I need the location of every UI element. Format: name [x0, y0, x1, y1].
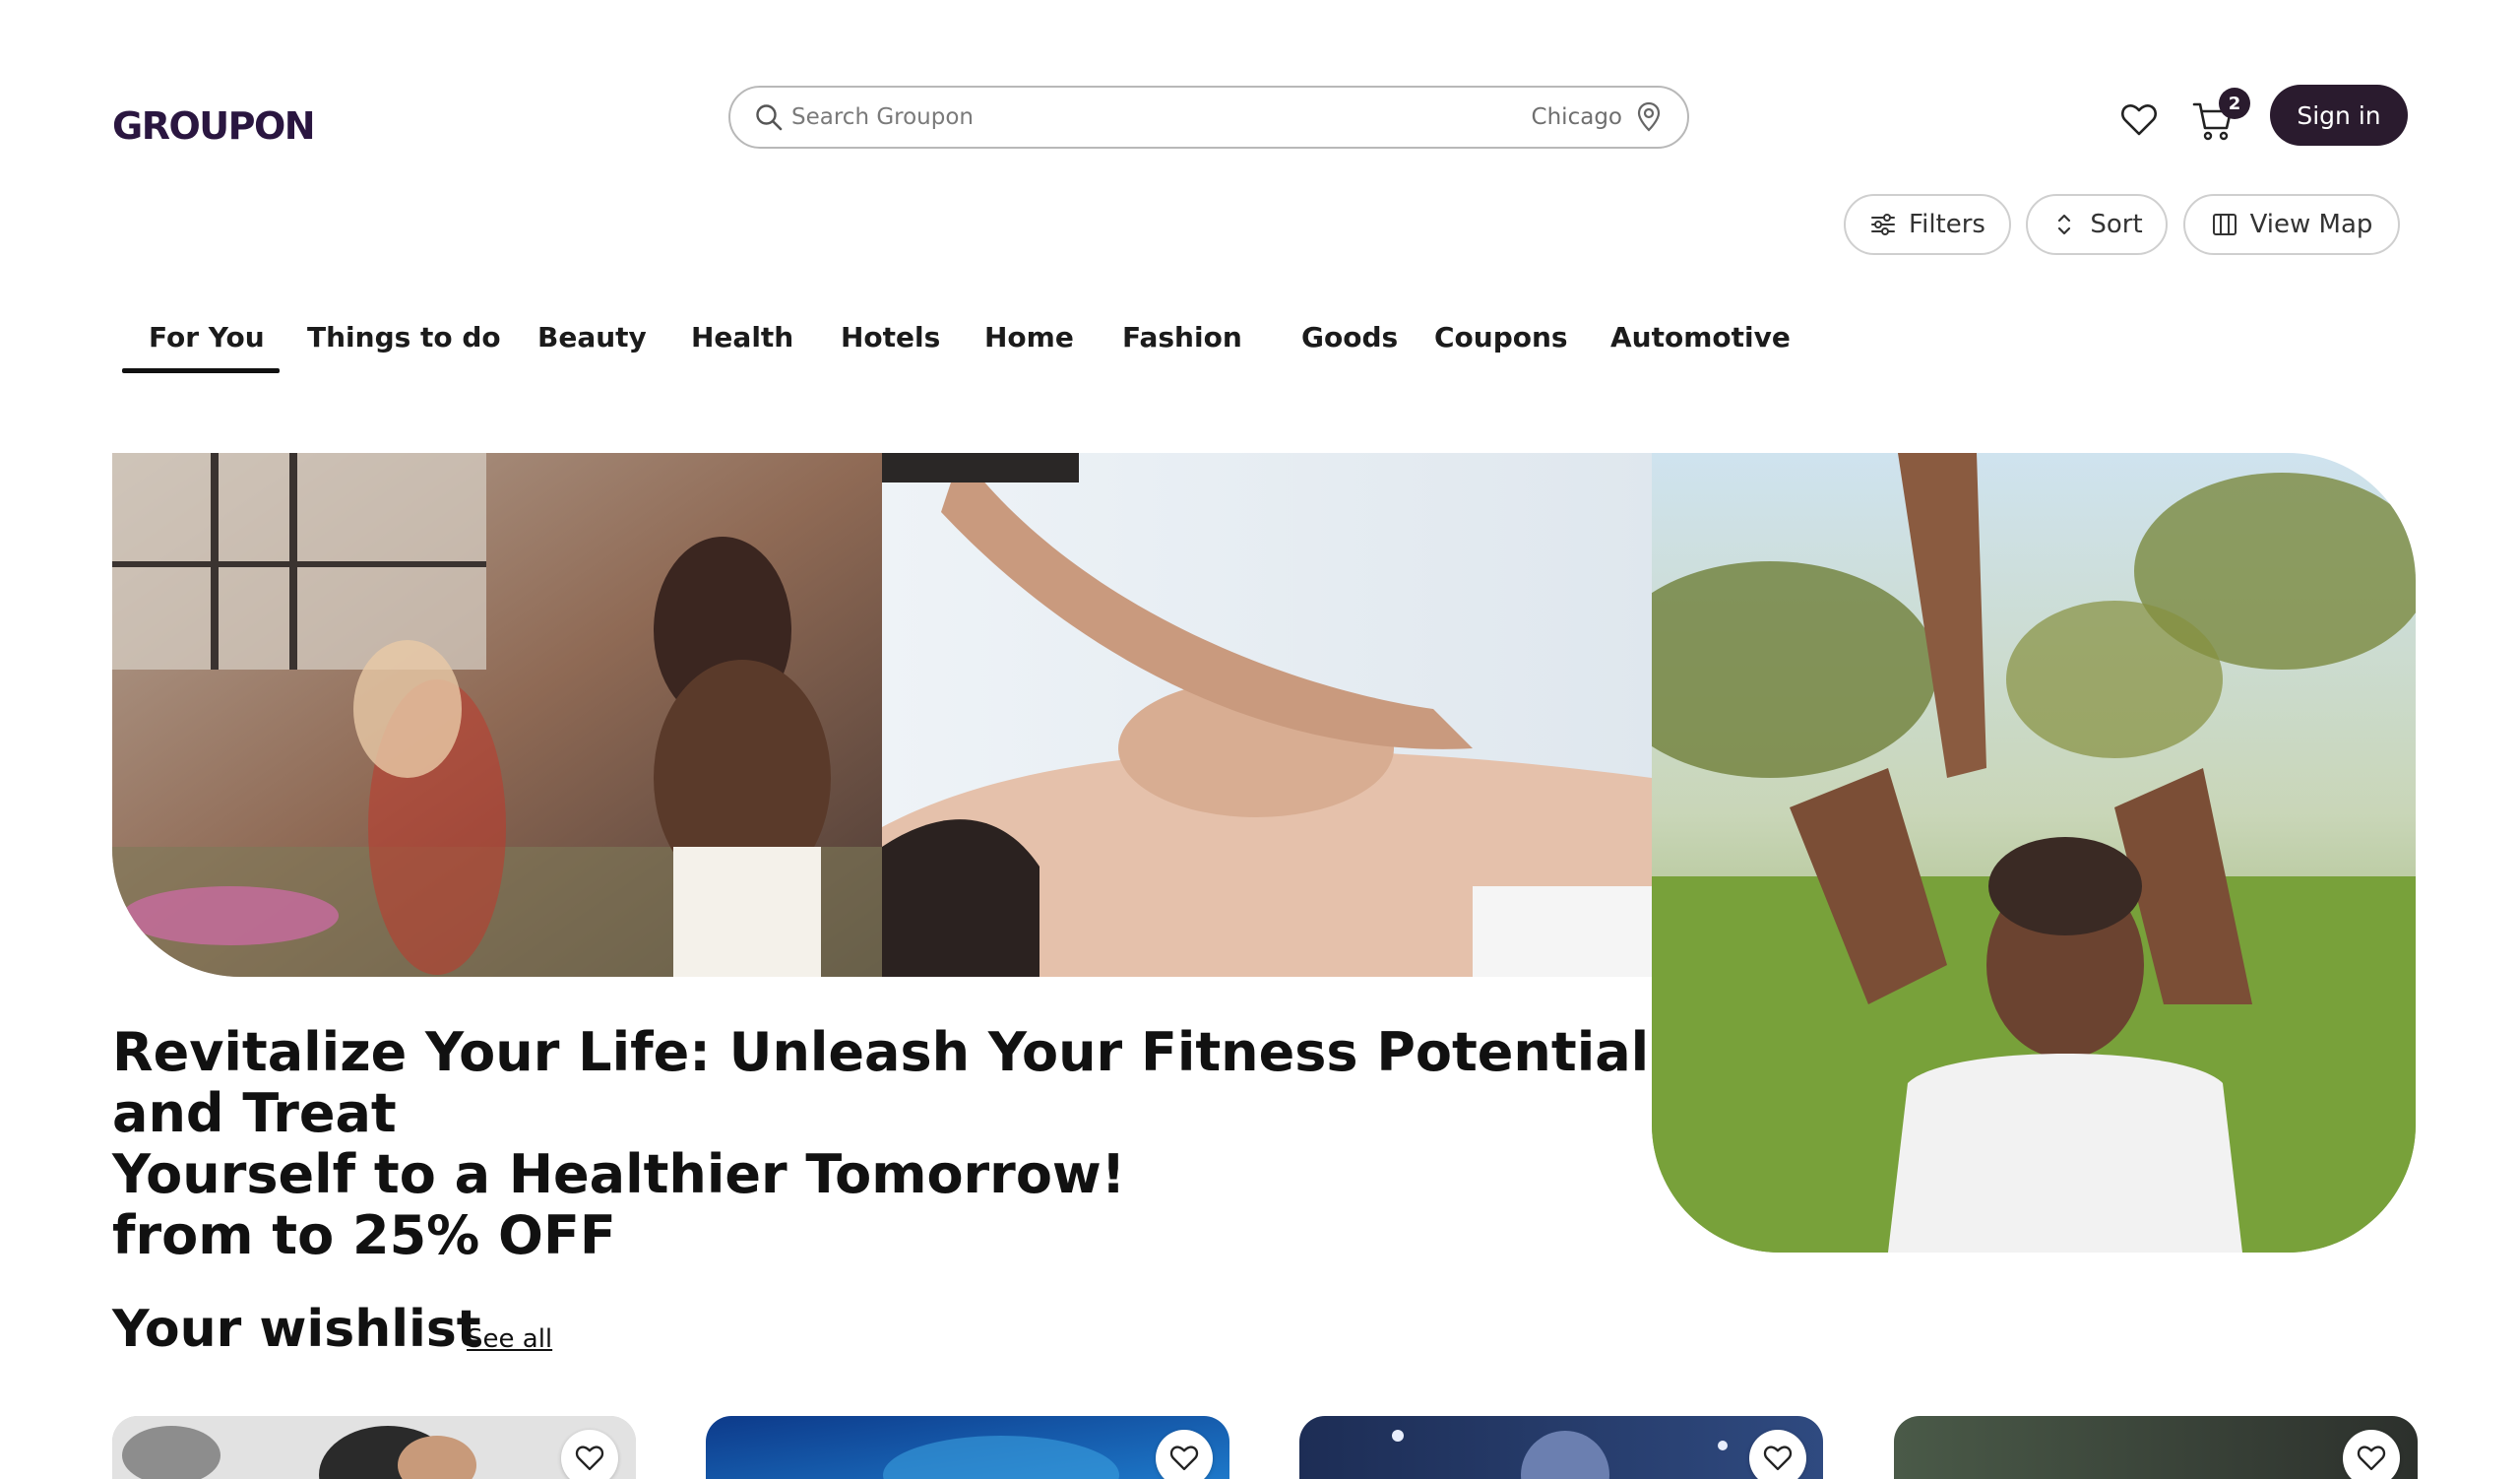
wishlist-heading: Your wishlist	[112, 1300, 481, 1359]
hero-headline-line-2: Yourself to a Healthier Tomorrow!	[112, 1143, 1126, 1205]
sliders-icon	[1869, 211, 1897, 238]
hero-banner[interactable]: Revitalize Your Life: Unleash Your Fitne…	[112, 453, 2416, 1266]
wishlist-card-3-image	[1299, 1416, 1823, 1479]
category-tabs: For You Things to do Beauty Health Hotel…	[0, 315, 2520, 374]
groupon-logo[interactable]: GROUPON	[112, 104, 316, 148]
filters-label: Filters	[1909, 210, 1985, 239]
location-label[interactable]: Chicago	[1532, 104, 1622, 130]
wishlist-card-2-image	[706, 1416, 1229, 1479]
wishlist-card-1-heart-icon[interactable]	[561, 1430, 618, 1479]
search-bar[interactable]: Chicago	[728, 86, 1689, 149]
sort-button[interactable]: Sort	[2026, 194, 2168, 255]
sort-icon	[2050, 211, 2078, 238]
wishlist-card-3[interactable]	[1299, 1416, 1823, 1479]
sort-label: Sort	[2090, 210, 2143, 239]
hero-image-outdoor-yoga	[1652, 453, 2416, 1253]
tab-health[interactable]: Health	[691, 321, 793, 354]
tab-things-to-do[interactable]: Things to do	[307, 321, 501, 354]
location-pin-icon[interactable]	[1636, 101, 1662, 133]
wishlist-card-1[interactable]	[112, 1416, 636, 1479]
wishlist-card-3-heart-icon[interactable]	[1749, 1430, 1806, 1479]
view-map-label: View Map	[2249, 210, 2373, 239]
tab-beauty[interactable]: Beauty	[537, 321, 647, 354]
wishlist-see-all-link[interactable]: See all	[467, 1324, 552, 1354]
wishlist-card-4-heart-icon[interactable]	[2343, 1430, 2400, 1479]
wishlist-card-4[interactable]	[1894, 1416, 2418, 1479]
hero-image-yoga-class	[112, 453, 882, 977]
search-icon	[754, 102, 784, 132]
active-tab-indicator	[122, 368, 280, 373]
tab-automotive[interactable]: Automotive	[1610, 321, 1791, 354]
hero-offer-line: from to 25% OFF	[112, 1204, 616, 1266]
cart-count-badge: 2	[2219, 88, 2250, 119]
hero-headline[interactable]: Revitalize Your Life: Unleash Your Fitne…	[112, 1022, 1687, 1266]
view-map-button[interactable]: View Map	[2183, 194, 2400, 255]
tab-fashion[interactable]: Fashion	[1122, 321, 1242, 354]
wishlist-card-1-image	[112, 1416, 636, 1479]
wishlist-card-2-heart-icon[interactable]	[1156, 1430, 1213, 1479]
wishlist-heart-icon[interactable]	[2120, 102, 2158, 138]
sign-in-button[interactable]: Sign in	[2270, 85, 2408, 146]
hero-image-facial-massage	[882, 453, 1652, 977]
search-input[interactable]	[791, 104, 1532, 130]
tab-coupons[interactable]: Coupons	[1434, 321, 1568, 354]
tab-hotels[interactable]: Hotels	[841, 321, 940, 354]
wishlist-card-2[interactable]	[706, 1416, 1229, 1479]
map-icon	[2211, 211, 2238, 238]
tab-home[interactable]: Home	[984, 321, 1074, 354]
wishlist-card-4-image	[1894, 1416, 2418, 1479]
tab-goods[interactable]: Goods	[1301, 321, 1398, 354]
tab-for-you[interactable]: For You	[149, 321, 265, 354]
filters-button[interactable]: Filters	[1844, 194, 2011, 255]
hero-headline-line-1: Revitalize Your Life: Unleash Your Fitne…	[112, 1021, 1650, 1144]
